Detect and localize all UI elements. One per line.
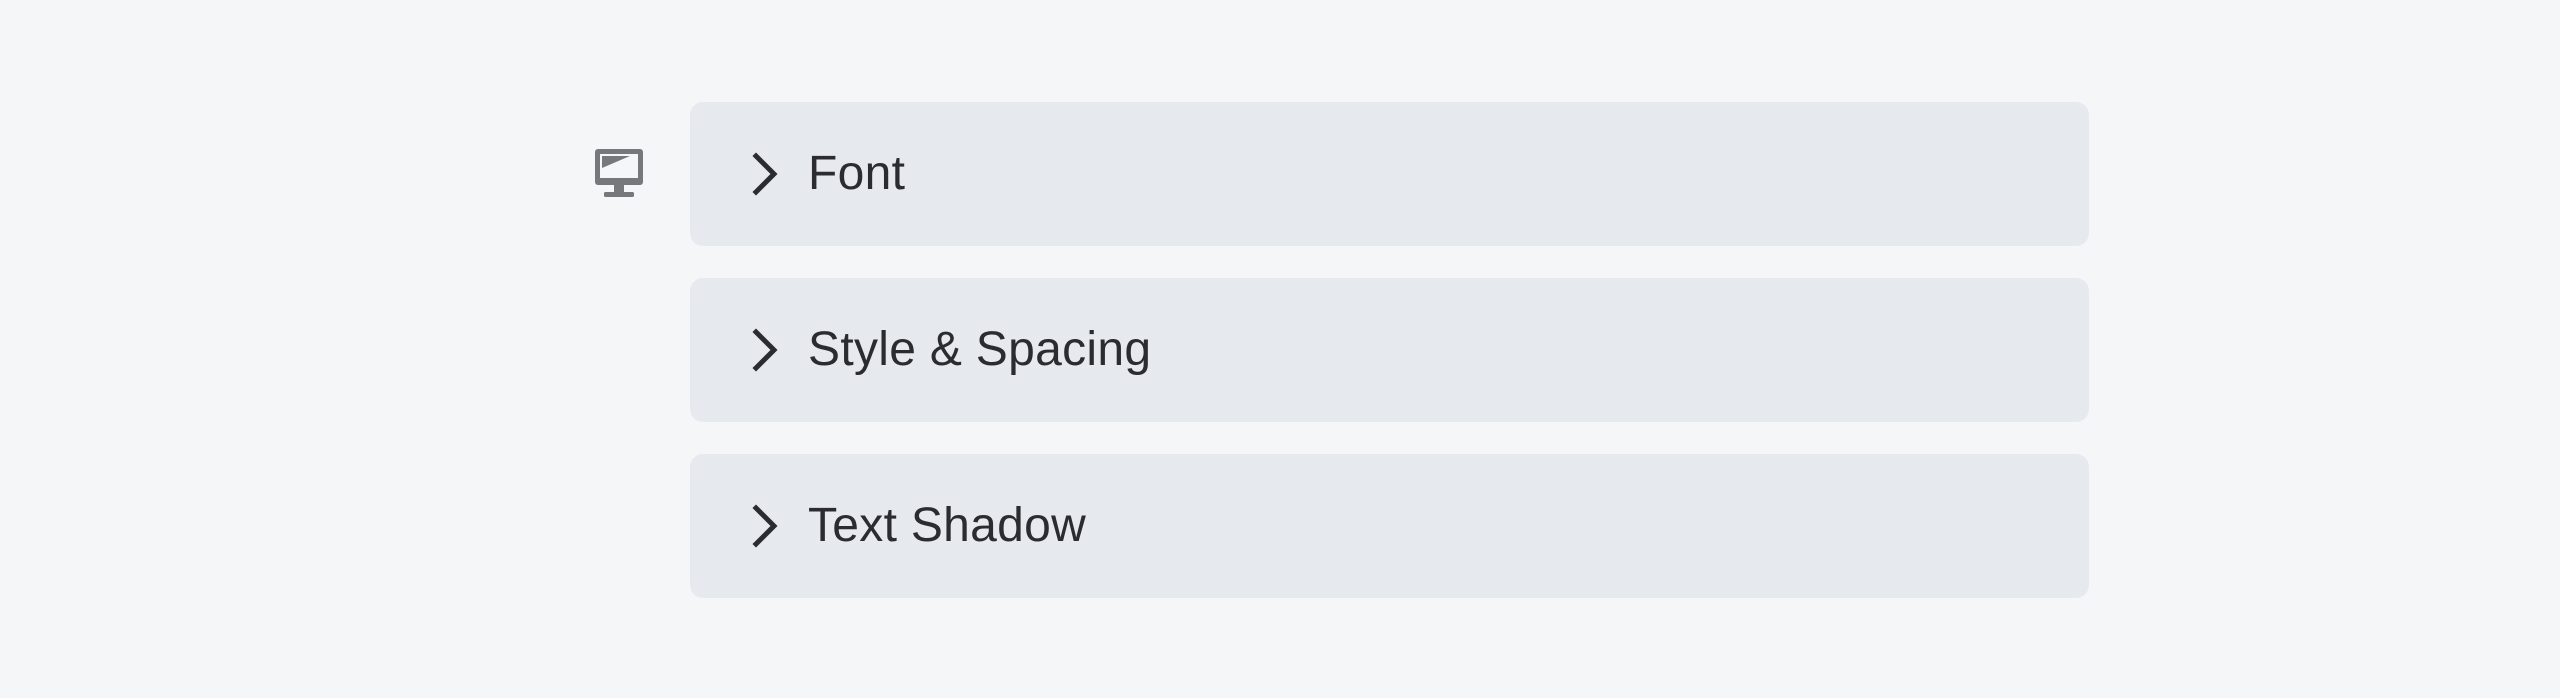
section-style-spacing-toggle[interactable]: Style & Spacing (690, 278, 2089, 422)
chevron-right-icon (752, 504, 778, 548)
desktop-monitor-icon[interactable] (594, 148, 644, 200)
chevron-right-icon (752, 152, 778, 196)
typography-settings-page: { "device": { "icon": "desktop-monitor-i… (0, 0, 2560, 698)
section-style-spacing-title: Style & Spacing (808, 323, 1152, 376)
section-text-shadow-toggle[interactable]: Text Shadow (690, 454, 2089, 598)
section-font-title: Font (808, 147, 906, 200)
section-text-shadow-title: Text Shadow (808, 499, 1087, 552)
section-font-toggle[interactable]: Font (690, 102, 2089, 246)
chevron-right-icon (752, 328, 778, 372)
collapsible-section-list: Font Style & Spacing Text Shadow (690, 102, 2089, 598)
